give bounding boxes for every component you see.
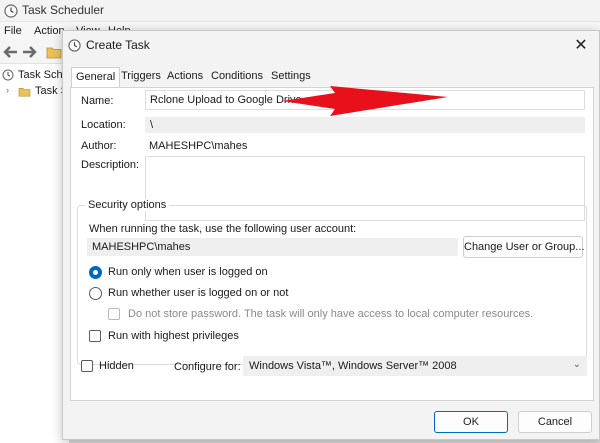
menu-action[interactable]: Action	[34, 25, 65, 37]
forward-arrow-icon[interactable]	[22, 45, 38, 59]
tab-triggers[interactable]: Triggers	[117, 67, 165, 87]
configure-for-label: Configure for:	[174, 361, 241, 373]
chevron-down-icon: ⌄	[572, 359, 581, 370]
folder-icon[interactable]	[46, 45, 62, 59]
chevron-right-icon[interactable]: ›	[6, 85, 9, 95]
change-user-button[interactable]: Change User or Group...	[463, 236, 584, 258]
back-arrow-icon[interactable]	[2, 45, 18, 59]
app-titlebar: Task Scheduler	[0, 0, 600, 22]
run-whether-radio[interactable]	[89, 287, 102, 300]
clock-icon	[2, 69, 14, 81]
app-title: Task Scheduler	[22, 3, 105, 17]
author-value: MAHESHPC\mahes	[149, 140, 248, 152]
user-account-field: MAHESHPC\mahes	[87, 238, 458, 256]
tab-settings[interactable]: Settings	[267, 67, 315, 87]
no-store-password-checkbox[interactable]	[108, 308, 120, 320]
highest-privileges-checkbox[interactable]	[89, 330, 101, 342]
clock-icon	[68, 39, 81, 52]
description-label: Description:	[81, 159, 140, 171]
folder-icon	[18, 88, 31, 97]
location-label: Location:	[81, 119, 126, 131]
navigation-tree: Task Scheduler (Local) › Task Scheduler …	[0, 64, 147, 443]
ok-button[interactable]: OK	[434, 411, 508, 433]
configure-for-value: Windows Vista™, Windows Server™ 2008	[249, 360, 457, 372]
hidden-label[interactable]: Hidden	[99, 360, 134, 372]
security-options-title: Security options	[85, 199, 170, 211]
tab-conditions[interactable]: Conditions	[207, 67, 267, 87]
name-input[interactable]: Rclone Upload to Google Drive	[145, 90, 585, 110]
create-task-dialog: Create Task ✕ General Triggers Actions C…	[62, 30, 600, 440]
dialog-titlebar: Create Task ✕	[63, 31, 599, 61]
dialog-title: Create Task	[86, 38, 150, 52]
hidden-checkbox[interactable]	[81, 360, 93, 372]
name-label: Name:	[81, 95, 114, 107]
cancel-button[interactable]: Cancel	[518, 411, 592, 433]
run-logged-on-label[interactable]: Run only when user is logged on	[108, 266, 268, 278]
tab-general[interactable]: General	[71, 67, 121, 88]
configure-for-select[interactable]: Windows Vista™, Windows Server™ 2008 ⌄	[243, 356, 587, 376]
no-store-password-label: Do not store password. The task will onl…	[128, 308, 534, 320]
general-panel: Name: Rclone Upload to Google Drive Loca…	[70, 87, 594, 401]
menu-file[interactable]: File	[4, 25, 22, 37]
account-prompt: When running the task, use the following…	[89, 223, 357, 235]
clock-icon	[4, 4, 18, 18]
author-label: Author:	[81, 140, 117, 152]
tab-actions[interactable]: Actions	[163, 67, 207, 87]
highest-privileges-label[interactable]: Run with highest privileges	[108, 330, 239, 342]
location-value: \	[145, 117, 585, 133]
run-whether-label[interactable]: Run whether user is logged on or not	[108, 287, 288, 299]
run-logged-on-radio[interactable]	[89, 266, 102, 279]
close-icon[interactable]: ✕	[571, 36, 591, 56]
